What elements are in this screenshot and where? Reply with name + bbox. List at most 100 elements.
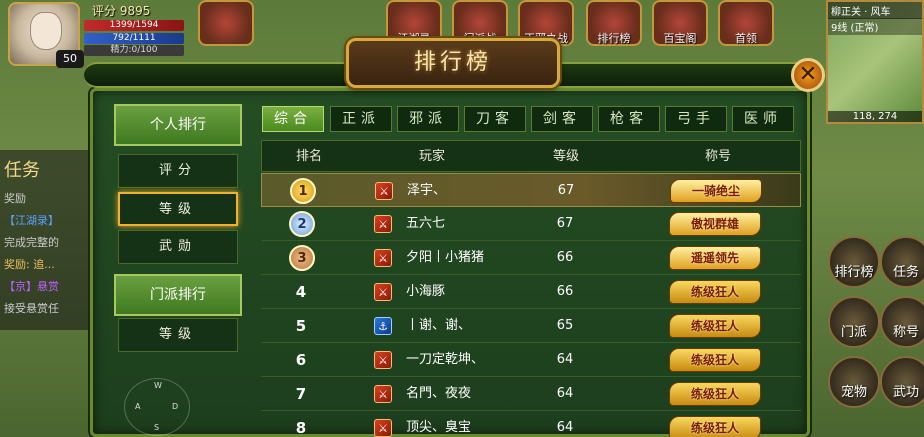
skill-button[interactable]: 武功 [880, 356, 924, 408]
table-row[interactable]: 7 ⚔ 名門、夜夜 64 练级狂人 [261, 377, 801, 411]
rank-medal-icon: 1 [290, 178, 316, 204]
top-icon-ranking[interactable]: 排行榜 [586, 0, 642, 46]
minimap-server-line: 9线 (正常) [828, 18, 922, 35]
col-rank: 排名 [295, 149, 322, 164]
task-button[interactable]: 任务 [880, 236, 924, 288]
tab-blade[interactable]: 刀客 [464, 106, 526, 132]
player-name[interactable]: 丨谢、谢、 [406, 309, 471, 343]
player-avatar[interactable]: 50 [8, 2, 84, 68]
col-player: 玩家 [418, 149, 445, 164]
table-row[interactable]: 2 ⚔ 五六七 67 傲视群雄 [261, 207, 801, 241]
faction-icon: ⚔ [374, 419, 392, 437]
rank-medal-icon: 3 [289, 245, 315, 271]
table-row[interactable]: 5 ⚓ 丨谢、谢、 65 练级狂人 [261, 309, 801, 343]
faction-icon: ⚔ [374, 351, 392, 369]
virtual-joystick[interactable]: W A D S [124, 378, 190, 436]
nav-item-score[interactable]: 评分 [118, 154, 238, 188]
ranking-button[interactable]: 排行榜 [828, 236, 880, 288]
nav-item-sect-level[interactable]: 等级 [118, 318, 238, 352]
tab-righteous[interactable]: 正派 [330, 106, 392, 132]
quest-line: 奖励 [4, 192, 26, 205]
panel-title: 排行榜 [413, 50, 492, 75]
minimap-coords: 118, 274 [828, 111, 922, 122]
faction-icon: ⚔ [374, 215, 392, 233]
joystick-a: A [135, 402, 141, 411]
close-button[interactable]: ✕ [791, 58, 825, 92]
title-button[interactable]: 称号 [880, 296, 924, 348]
table-row[interactable]: 1 ⚔ 泽宇、 67 一骑绝尘 [261, 173, 801, 207]
player-name[interactable]: 泽宇、 [407, 174, 446, 208]
title-badge: 练级狂人 [669, 348, 761, 372]
title-badge: 练级狂人 [669, 280, 761, 304]
table-row[interactable]: 6 ⚔ 一刀定乾坤、 64 练级狂人 [261, 343, 801, 377]
quest-line: 【京】悬赏 [4, 280, 59, 293]
table-row[interactable]: 8 ⚔ 顶尖、臭宝 64 练级狂人 [261, 411, 801, 437]
player-name[interactable]: 名門、夜夜 [406, 377, 471, 411]
table-row[interactable]: 4 ⚔ 小海豚 66 练级狂人 [261, 275, 801, 309]
close-icon: ✕ [798, 62, 818, 87]
table-row[interactable]: 3 ⚔ 夕阳丨小猪猪 66 遥遥领先 [261, 241, 801, 275]
title-badge: 一骑绝尘 [670, 179, 762, 203]
nav-header-sect[interactable]: 门派排行 [114, 274, 242, 316]
quest-line: 完成完整的 [4, 236, 59, 249]
minimap[interactable]: 柳正关 · 风车 9线 (正常) 118, 274 [826, 0, 924, 124]
tab-sword[interactable]: 剑客 [531, 106, 593, 132]
rank-number: 7 [295, 385, 307, 403]
nav-item-level[interactable]: 等级 [118, 192, 238, 226]
col-title: 称号 [704, 149, 731, 164]
hp-bar: 1399/1594 [84, 20, 184, 31]
tab-archer[interactable]: 弓手 [665, 106, 727, 132]
player-name[interactable]: 一刀定乾坤、 [406, 343, 484, 377]
tab-spear[interactable]: 枪客 [598, 106, 660, 132]
avatar-face [30, 12, 62, 50]
player-level: 64 [556, 420, 574, 435]
title-badge: 练级狂人 [669, 314, 761, 338]
player-level: 67 [557, 183, 575, 198]
joystick-s: S [154, 423, 160, 432]
joystick-w: W [154, 381, 162, 390]
rank-medal-icon: 2 [289, 211, 315, 237]
pet-button[interactable]: 宠物 [828, 356, 880, 408]
title-badge: 遥遥领先 [669, 246, 761, 270]
col-level: 等级 [552, 149, 579, 164]
tab-evil[interactable]: 邪派 [397, 106, 459, 132]
table-header: 排名 玩家 等级 称号 [261, 140, 801, 172]
minimap-place: 柳正关 · 风车 [828, 2, 922, 19]
quest-line: 接受悬赏任 [4, 302, 59, 315]
top-icon-treasure[interactable]: 百宝阁 [652, 0, 708, 46]
energy-bar: 精力:0/100 [84, 45, 184, 56]
rank-number: 5 [295, 317, 307, 335]
tab-healer[interactable]: 医师 [732, 106, 794, 132]
faction-icon: ⚔ [375, 182, 393, 200]
rank-number: 8 [295, 419, 307, 437]
top-icon-1[interactable] [198, 0, 254, 46]
faction-icon: ⚓ [374, 317, 392, 335]
player-level: 64 [556, 352, 574, 367]
mp-bar: 792/1111 [84, 33, 184, 44]
quest-tracker[interactable]: 任务 奖励 【江湖录】 完成完整的 奖励: 追... 【京】悬赏 接受悬赏任 [0, 150, 92, 330]
player-level: 66 [556, 284, 574, 299]
quest-title: 任务 [4, 160, 40, 181]
top-icon-boss[interactable]: 首领 [718, 0, 774, 46]
nav-header-personal[interactable]: 个人排行 [114, 104, 242, 146]
player-name[interactable]: 五六七 [406, 207, 445, 241]
faction-icon: ⚔ [374, 283, 392, 301]
rank-number: 6 [295, 351, 307, 369]
title-badge: 练级狂人 [669, 416, 761, 437]
nav-item-merit[interactable]: 武勋 [118, 230, 238, 264]
rank-number: 4 [295, 283, 307, 301]
sect-button[interactable]: 门派 [828, 296, 880, 348]
player-level: 64 [556, 386, 574, 401]
tab-all[interactable]: 综合 [262, 106, 324, 132]
title-badge: 傲视群雄 [669, 212, 761, 236]
player-level: 65 [556, 318, 574, 333]
joystick-d: D [172, 402, 179, 411]
title-plate: 排行榜 [346, 38, 560, 88]
player-level: 66 [556, 250, 574, 265]
player-level: 67 [556, 216, 574, 231]
faction-icon: ⚔ [374, 385, 392, 403]
player-name[interactable]: 顶尖、臭宝 [406, 411, 471, 437]
player-name[interactable]: 小海豚 [406, 275, 445, 309]
title-badge: 练级狂人 [669, 382, 761, 406]
player-name[interactable]: 夕阳丨小猪猪 [406, 241, 484, 275]
